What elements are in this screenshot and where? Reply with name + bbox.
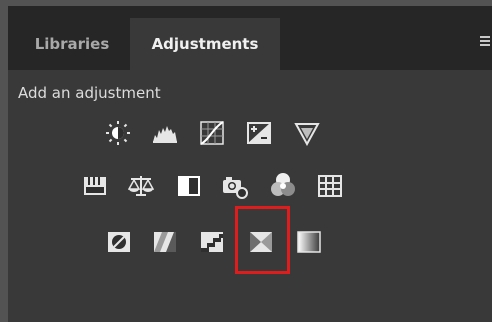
posterize-icon[interactable] — [152, 229, 178, 255]
brightness-contrast-icon[interactable] — [105, 120, 131, 146]
tab-libraries[interactable]: Libraries — [16, 18, 128, 70]
panel-menu-icon[interactable] — [480, 36, 490, 48]
color-balance-icon[interactable] — [128, 173, 154, 199]
black-white-icon[interactable] — [176, 173, 202, 199]
threshold-icon[interactable] — [199, 229, 225, 255]
invert-icon[interactable] — [106, 229, 132, 255]
vibrance-icon[interactable] — [294, 120, 320, 146]
hue-saturation-icon[interactable] — [82, 173, 108, 199]
add-adjustment-heading: Add an adjustment — [18, 84, 161, 102]
photo-filter-icon[interactable] — [222, 173, 248, 199]
selection-highlight — [235, 206, 290, 274]
adjustments-content — [8, 70, 492, 322]
adjustments-panel: Libraries Adjustments Add an adjustment — [0, 0, 492, 322]
channel-mixer-icon[interactable] — [270, 172, 296, 198]
tab-bar: Libraries Adjustments — [8, 6, 492, 70]
panel-body: Libraries Adjustments — [8, 6, 492, 322]
exposure-icon[interactable] — [246, 120, 272, 146]
curves-icon[interactable] — [199, 120, 225, 146]
tab-adjustments[interactable]: Adjustments — [130, 18, 280, 70]
levels-icon[interactable] — [152, 120, 178, 146]
color-lookup-icon[interactable] — [317, 173, 343, 199]
gradient-map-icon[interactable] — [296, 229, 322, 255]
